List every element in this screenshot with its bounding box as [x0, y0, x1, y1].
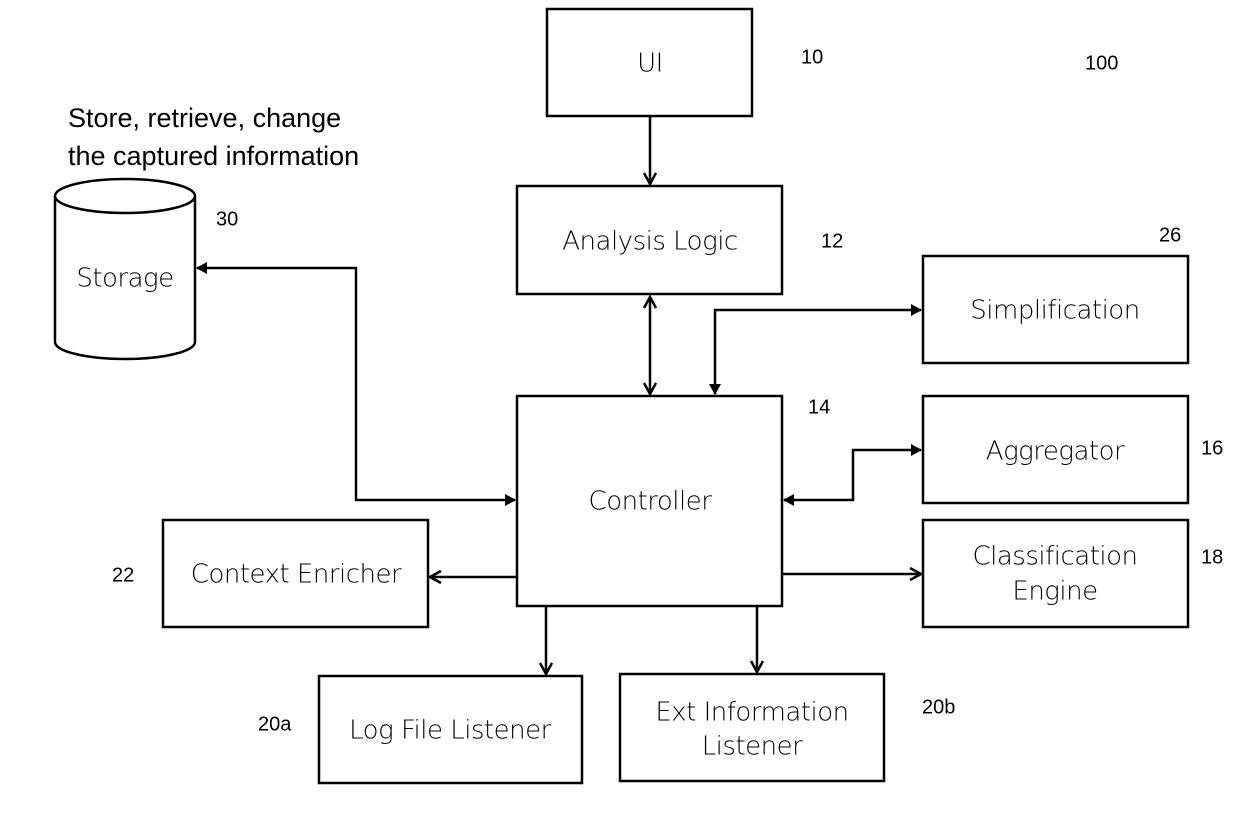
simplification-component: Simplification 26: [921, 224, 1190, 365]
storage-label: Storage: [76, 264, 173, 294]
classification-engine-component: Classification Engine 18: [921, 518, 1223, 629]
connector-controller-simplification: [709, 304, 922, 395]
context-enricher-component: Context Enricher 22: [112, 518, 430, 629]
analysis-logic-component: Analysis Logic 12: [515, 184, 843, 296]
ext-information-listener-box: [618, 672, 886, 783]
ui-ref: 10: [801, 46, 823, 68]
simplification-ref: 26: [1159, 224, 1181, 246]
storage-note-line1: Store, retrieve, change: [68, 103, 341, 133]
context-enricher-label: Context Enricher: [191, 560, 402, 590]
log-file-listener-component: Log File Listener 20a: [258, 674, 584, 785]
log-file-listener-label: Log File Listener: [349, 716, 551, 746]
log-file-listener-ref: 20a: [258, 713, 292, 735]
aggregator-component: Aggregator 16: [921, 394, 1223, 505]
ext-information-listener-component: Ext Information Listener 20b: [618, 672, 955, 783]
aggregator-ref: 16: [1201, 437, 1223, 459]
storage-note-line2: the captured information: [68, 141, 359, 171]
aggregator-label: Aggregator: [986, 437, 1125, 467]
classification-engine-box: [921, 518, 1190, 629]
figure-ref: 100: [1085, 52, 1118, 74]
analysis-logic-ref: 12: [821, 230, 843, 252]
connector-controller-storage: [196, 262, 516, 506]
classification-engine-label-line1: Classification: [972, 542, 1137, 572]
block-diagram: Store, retrieve, change the captured inf…: [53, 7, 1223, 785]
context-enricher-ref: 22: [112, 564, 134, 586]
analysis-logic-label: Analysis Logic: [562, 227, 737, 257]
simplification-label: Simplification: [970, 296, 1139, 326]
ui-component: UI 10: [545, 7, 823, 118]
controller-label: Controller: [589, 487, 713, 517]
ext-information-listener-label-line1: Ext Information: [655, 698, 848, 728]
connector-controller-aggregator: [783, 444, 922, 506]
classification-engine-ref: 18: [1201, 546, 1223, 568]
ext-information-listener-label-line2: Listener: [702, 732, 803, 762]
ui-label: UI: [637, 49, 663, 79]
classification-engine-label-line2: Engine: [1012, 577, 1097, 607]
ext-information-listener-ref: 20b: [922, 696, 955, 718]
storage-ref: 30: [216, 208, 238, 230]
storage-cylinder-top: [53, 177, 197, 215]
controller-ref: 14: [808, 396, 830, 418]
